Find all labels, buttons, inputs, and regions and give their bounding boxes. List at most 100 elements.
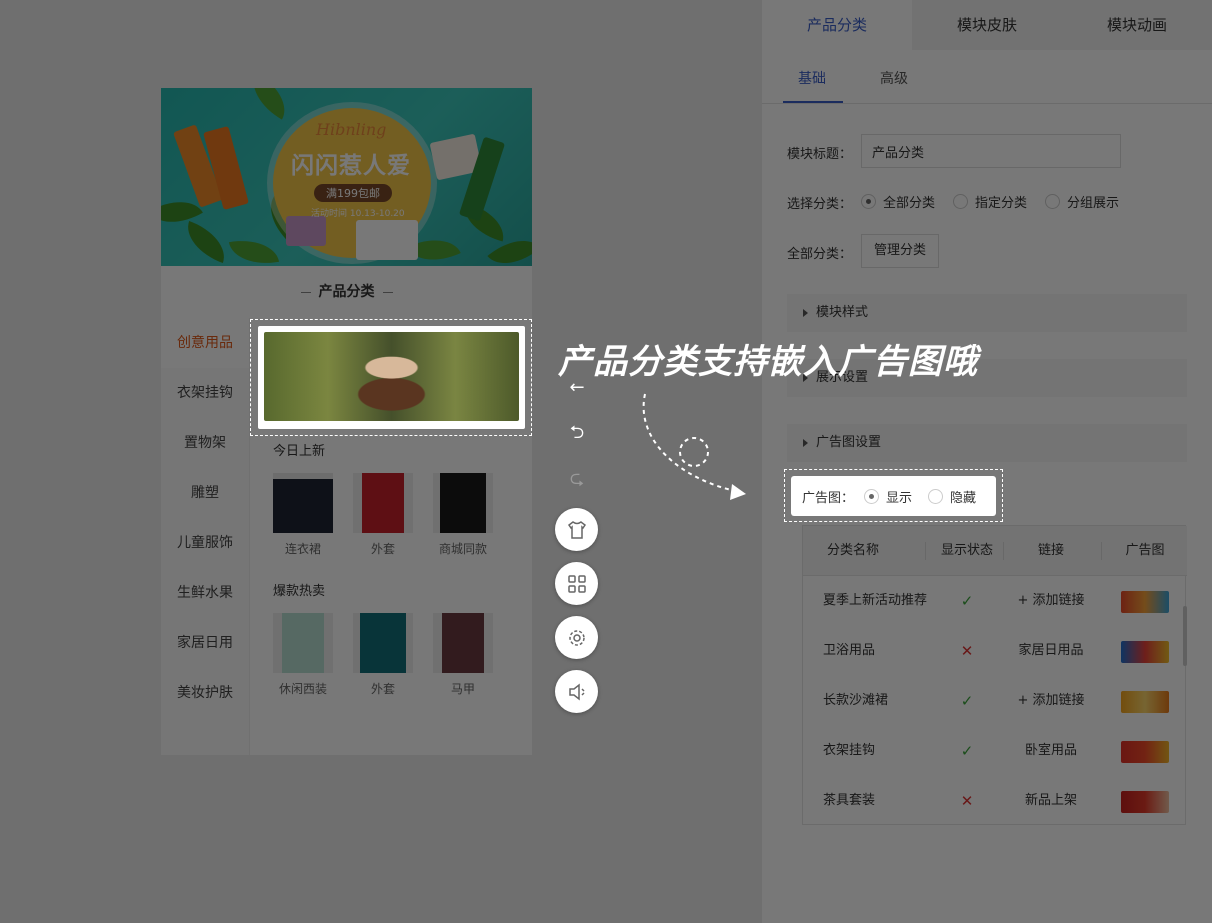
category-item[interactable]: 衣架挂钩 [161, 368, 249, 418]
table-row: 长款沙滩裙 ✓ + 添加链接 [803, 676, 1187, 726]
radio-label: 分组展示 [1067, 196, 1120, 211]
category-table: 分类名称 显示状态 链接 广告图 夏季上新活动推荐 ✓ + 添加链接 卫浴用品 … [802, 525, 1187, 826]
product-label: 外套 [370, 542, 395, 556]
product-thumb[interactable] [353, 473, 413, 533]
table-header: 分类名称 显示状态 链接 广告图 [803, 526, 1187, 576]
column-header: 分类名称 [826, 543, 879, 558]
gear-icon[interactable] [555, 616, 598, 659]
new-arrivals-title: 今日上新 [273, 444, 326, 459]
speaker-icon[interactable] [555, 670, 598, 713]
row-link[interactable]: 家居日用品 [1001, 626, 1101, 676]
radio-label: 隐藏 [950, 490, 977, 506]
hot-sale-title: 爆款热卖 [273, 584, 326, 599]
product-thumb[interactable] [433, 473, 493, 533]
pointer-arrow-icon [642, 393, 746, 500]
all-categories-label: 全部分类： [787, 247, 853, 262]
radio-specified-categories[interactable]: 指定分类 [953, 192, 1027, 211]
product-thumb[interactable] [273, 613, 333, 673]
product-thumb[interactable] [433, 613, 493, 673]
radio-label: 指定分类 [975, 196, 1028, 211]
radio-group-display[interactable]: 分组展示 [1045, 192, 1119, 211]
category-name: 茶具套装 [823, 793, 876, 808]
tab-module-skin[interactable]: 模块皮肤 [912, 0, 1062, 50]
tab-advanced[interactable]: 高级 [880, 68, 908, 88]
product-label: 马甲 [450, 682, 475, 696]
product-thumb[interactable] [273, 473, 333, 533]
collapse-ad-settings[interactable]: 广告图设置 [787, 424, 1187, 462]
collapse-label: 模块样式 [816, 305, 869, 320]
ad-thumbnail[interactable] [1121, 741, 1169, 763]
radio-dot-icon [928, 488, 944, 504]
module-title-label: 模块标题： [787, 147, 853, 162]
product-label: 外套 [370, 682, 395, 696]
category-sidebar: 创意用品 衣架挂钩 置物架 雕塑 儿童服饰 生鲜水果 家居日用 美妆护肤 [161, 318, 250, 755]
ad-thumbnail[interactable] [1121, 691, 1169, 713]
category-item[interactable]: 置物架 [161, 418, 249, 468]
select-category-label: 选择分类： [787, 197, 853, 212]
category-item[interactable]: 创意用品 [161, 318, 249, 368]
top-tab-bar: 产品分类 模块皮肤 模块动画 [762, 0, 1212, 50]
row-link[interactable]: + 添加链接 [1001, 576, 1101, 626]
product-label: 商城同款 [438, 542, 487, 556]
tutorial-caption: 产品分类支持嵌入广告图哦 [558, 342, 978, 382]
tab-basic[interactable]: 基础 [798, 68, 826, 88]
category-name: 衣架挂钩 [823, 743, 876, 758]
table-row: 茶具套装 ✕ 新品上架 [803, 776, 1187, 826]
collapse-label: 广告图设置 [816, 435, 882, 450]
redo-icon[interactable]: ⮎ [566, 468, 588, 490]
module-title-input[interactable] [861, 134, 1121, 168]
row-link[interactable]: 新品上架 [1001, 776, 1101, 826]
table-row: 夏季上新活动推荐 ✓ + 添加链接 [803, 576, 1187, 626]
category-item[interactable]: 家居日用 [161, 618, 249, 668]
tab-module-animation[interactable]: 模块动画 [1062, 0, 1212, 50]
radio-dot-icon [861, 194, 876, 209]
category-name: 夏季上新活动推荐 [823, 593, 928, 608]
tab-product-category[interactable]: 产品分类 [762, 0, 912, 50]
category-item[interactable]: 雕塑 [161, 468, 249, 518]
ad-thumbnail[interactable] [1121, 591, 1169, 613]
category-item[interactable]: 美妆护肤 [161, 668, 249, 718]
caret-right-icon [803, 438, 808, 447]
shirt-icon[interactable] [555, 508, 598, 551]
collapse-module-style[interactable]: 模块样式 [787, 294, 1187, 332]
sub-tab-bar: 基础 高级 [762, 50, 1212, 104]
radio-label: 显示 [886, 490, 913, 506]
ad-thumbnail[interactable] [1121, 791, 1169, 813]
radio-dot-icon [864, 488, 880, 504]
grid-icon[interactable] [555, 562, 598, 605]
caret-right-icon [803, 308, 808, 317]
table-row: 卫浴用品 ✕ 家居日用品 [803, 626, 1187, 676]
status-cross-icon: ✕ [960, 792, 974, 810]
product-label: 连衣裙 [284, 542, 321, 556]
banner-badge: 满199包邮 [314, 184, 392, 202]
status-check-icon: ✓ [960, 742, 974, 760]
scrollbar[interactable] [1183, 606, 1187, 666]
radio-label: 全部分类 [883, 196, 936, 211]
ad-image-card[interactable] [258, 326, 525, 429]
status-check-icon: ✓ [960, 592, 974, 610]
banner-title: 闪闪惹人爱 [291, 153, 411, 179]
product-thumb[interactable] [353, 613, 413, 673]
ad-photo [264, 332, 519, 421]
banner-subtitle: 活动时间 10.13-10.20 [311, 209, 405, 219]
ad-thumbnail[interactable] [1121, 641, 1169, 663]
radio-show[interactable]: 显示 [864, 487, 912, 506]
banner-image[interactable]: Hibnling 闪闪惹人爱 满199包邮 活动时间 10.13-10.20 [161, 88, 532, 266]
row-link[interactable]: + 添加链接 [1001, 676, 1101, 726]
category-item[interactable]: 儿童服饰 [161, 518, 249, 568]
status-cross-icon: ✕ [960, 642, 974, 660]
radio-all-categories[interactable]: 全部分类 [861, 192, 935, 211]
ad-visibility-control: 广告图： 显示 隐藏 [791, 476, 996, 516]
column-header: 链接 [1037, 543, 1064, 558]
radio-hide[interactable]: 隐藏 [928, 487, 976, 506]
category-name: 长款沙滩裙 [823, 693, 889, 708]
row-link[interactable]: 卧室用品 [1001, 726, 1101, 776]
manage-categories-button[interactable]: 管理分类 [861, 234, 940, 268]
undo-icon[interactable]: ⮌ [566, 422, 588, 444]
status-check-icon: ✓ [960, 692, 974, 710]
section-title: 产品分类 [161, 266, 532, 318]
banner-script-text: Hibnling [316, 120, 387, 139]
column-header: 广告图 [1125, 543, 1165, 558]
category-item[interactable]: 生鲜水果 [161, 568, 249, 618]
radio-dot-icon [953, 194, 968, 209]
